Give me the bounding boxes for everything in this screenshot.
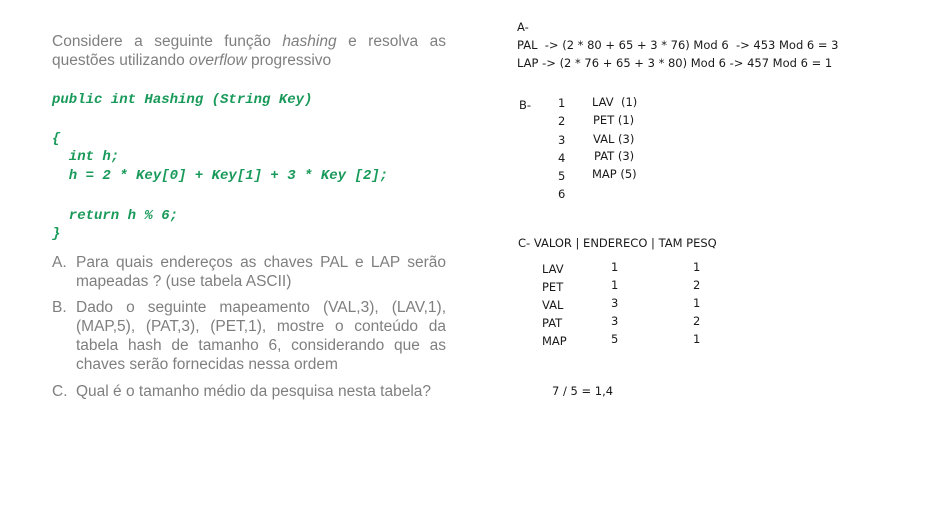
hash-slot-number: 6 <box>558 187 566 201</box>
hash-slot-number: 1 <box>558 96 566 110</box>
answer-c-header: C- VALOR | ENDERECO | TAM PESQ <box>518 236 717 250</box>
intro-paragraph: Considere a seguinte função hashing e re… <box>52 32 446 70</box>
question-b-letter: B. <box>52 299 67 316</box>
code-line-close-brace: } <box>52 226 61 242</box>
answer-a-line-lap: LAP -> (2 * 76 + 65 + 3 * 80) Mod 6 -> 4… <box>517 56 833 70</box>
search-row-key: VAL <box>542 298 564 312</box>
question-c: C. Qual é o tamanho médio da pesquisa ne… <box>52 382 446 401</box>
search-row-address: 1 <box>611 260 619 274</box>
search-row-size: 1 <box>693 332 701 346</box>
search-row-address: 5 <box>611 332 619 346</box>
question-a: A. Para quais endereços as chaves PAL e … <box>52 253 446 291</box>
search-row-size: 2 <box>693 314 701 328</box>
code-line-assign: h = 2 * Key[0] + Key[1] + 3 * Key [2]; <box>52 168 389 184</box>
hash-slot-number: 2 <box>558 114 566 128</box>
question-c-text: Qual é o tamanho médio da pesquisa nesta… <box>76 383 432 400</box>
search-row-size: 1 <box>693 260 701 274</box>
answer-a-label: A- <box>517 20 529 34</box>
average-search-result: 7 / 5 = 1,4 <box>552 384 614 398</box>
hash-slot-value: PET (1) <box>593 113 635 127</box>
intro-text-1: Considere a seguinte função <box>52 33 283 50</box>
hash-slot-number: 4 <box>558 151 566 165</box>
hash-slot-value: VAL (3) <box>593 132 635 146</box>
code-line-return: return h % 6; <box>52 208 179 224</box>
search-row-key: MAP <box>542 334 567 348</box>
question-a-text: Para quais endereços as chaves PAL e LAP… <box>76 254 446 290</box>
search-row-address: 1 <box>611 278 619 292</box>
search-row-key: LAV <box>542 262 564 276</box>
search-row-address: 3 <box>611 296 619 310</box>
intro-em-overflow: overflow <box>189 52 247 69</box>
hash-slot-number: 3 <box>558 133 566 147</box>
search-row-address: 3 <box>611 314 619 328</box>
question-b: B. Dado o seguinte mapeamento (VAL,3), (… <box>52 298 446 374</box>
code-line-signature: public int Hashing (String Key) <box>52 92 313 108</box>
question-b-text: Dado o seguinte mapeamento (VAL,3), (LAV… <box>76 299 446 373</box>
intro-text-3: progressivo <box>246 52 332 69</box>
hash-slot-value: LAV (1) <box>592 95 638 109</box>
hash-slot-value: PAT (3) <box>594 149 635 163</box>
search-row-size: 2 <box>693 278 701 292</box>
answer-a-line-pal: PAL -> (2 * 80 + 65 + 3 * 76) Mod 6 -> 4… <box>517 38 839 52</box>
code-line-open-brace: { <box>52 131 61 147</box>
question-a-letter: A. <box>52 254 67 271</box>
question-c-letter: C. <box>52 383 68 400</box>
code-line-decl: int h; <box>52 149 120 165</box>
search-row-size: 1 <box>693 296 701 310</box>
search-row-key: PET <box>542 280 564 294</box>
answer-b-label: B- <box>519 98 532 112</box>
intro-em-hashing: hashing <box>282 33 337 50</box>
hash-slot-value: MAP (5) <box>592 167 637 181</box>
search-row-key: PAT <box>542 316 563 330</box>
hash-slot-number: 5 <box>558 169 566 183</box>
